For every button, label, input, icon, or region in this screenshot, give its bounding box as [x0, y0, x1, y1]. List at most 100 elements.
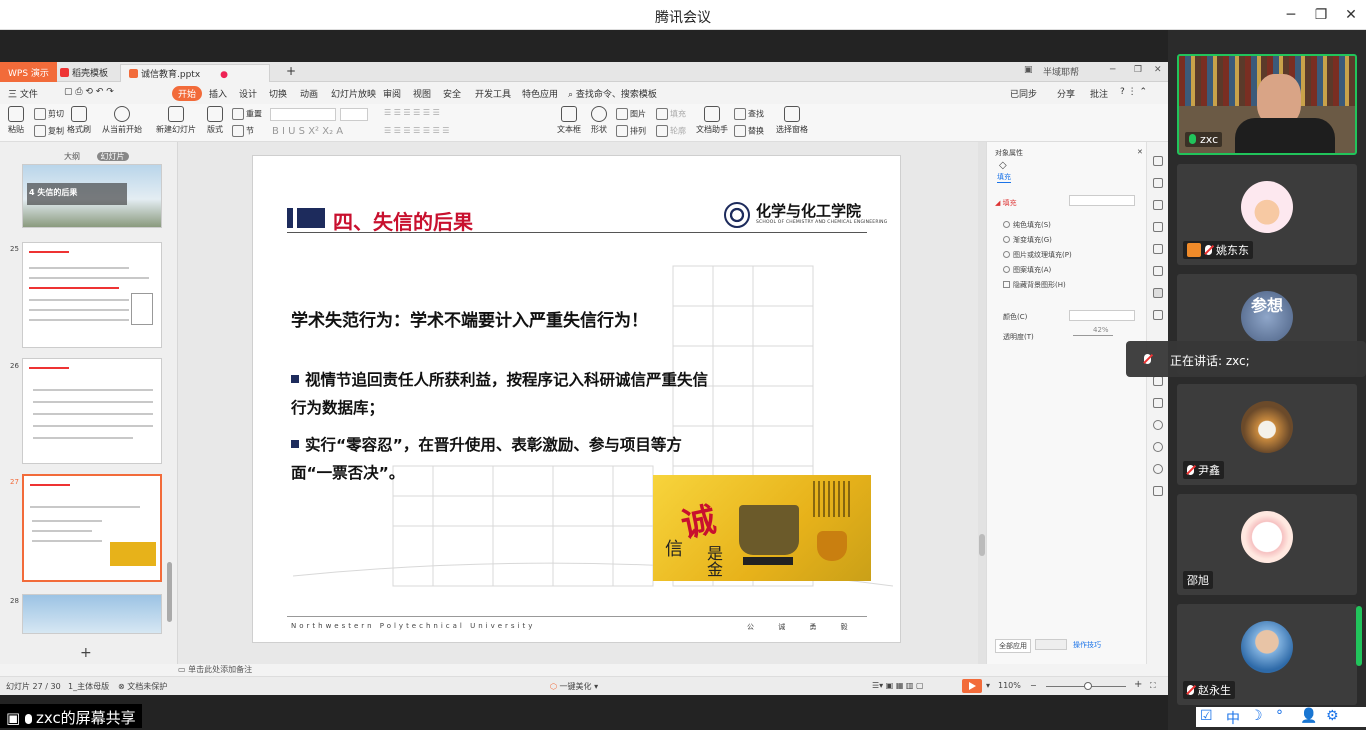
tray-dot-icon[interactable]: °: [1276, 708, 1283, 724]
shape-button[interactable]: 形状: [588, 106, 610, 135]
paste-button[interactable]: 粘贴: [6, 106, 26, 135]
tray-settings-icon[interactable]: ⚙: [1326, 708, 1339, 724]
new-slide-button[interactable]: 新建幻灯片: [156, 106, 196, 135]
search-command[interactable]: ⌕ 查找命令、搜索模板: [568, 87, 657, 100]
audio-tool-icon[interactable]: [1153, 398, 1163, 408]
chart-tool-icon[interactable]: [1153, 266, 1163, 276]
tab-outline[interactable]: 大纲: [60, 152, 84, 161]
find-button[interactable]: 查找: [734, 108, 764, 120]
tab-wps-home[interactable]: WPS 演示: [0, 62, 57, 82]
participants-scrollbar[interactable]: [1356, 606, 1362, 666]
selection-pane-button[interactable]: 选择窗格: [774, 106, 810, 135]
outline-button[interactable]: 轮廓: [656, 125, 686, 137]
minimize-icon[interactable]: ─: [1110, 65, 1115, 75]
notes-area[interactable]: ▭ 单击此处添加备注: [178, 664, 1146, 676]
menu-animation[interactable]: 动画: [300, 87, 318, 100]
eraser-tool-icon[interactable]: [1153, 486, 1163, 496]
participant-tile[interactable]: zxc: [1177, 54, 1357, 155]
shape-tool-icon[interactable]: [1153, 200, 1163, 210]
font-style-buttons[interactable]: B I U S X² X₂ A: [272, 126, 343, 137]
play-options-icon[interactable]: ▾: [986, 681, 990, 690]
hide-background-checkbox[interactable]: 隐藏背景图形(H): [1003, 280, 1066, 290]
menu-file[interactable]: 三 文件: [8, 87, 38, 100]
tab-slides[interactable]: 幻灯片: [96, 152, 129, 161]
layout-icon[interactable]: ▣: [1024, 65, 1033, 75]
fill-button[interactable]: 填充: [656, 108, 686, 120]
tab-document[interactable]: 诚信教育.pptx ●: [120, 64, 270, 82]
participant-tile[interactable]: 姚东东: [1177, 164, 1357, 265]
tab-close-icon[interactable]: ●: [220, 70, 228, 80]
tips-link[interactable]: 操作技巧: [1073, 640, 1101, 650]
radio-picture-fill[interactable]: 图片或纹理填充(P): [1003, 250, 1072, 260]
fill-section-header[interactable]: ◢ 填充: [995, 198, 1017, 208]
share-button[interactable]: 分享: [1057, 87, 1075, 100]
image-tool-icon[interactable]: [1153, 376, 1163, 386]
pin-icon[interactable]: [1153, 156, 1163, 166]
menu-transition[interactable]: 切换: [269, 87, 287, 100]
thumbnail-slide-27[interactable]: [22, 474, 162, 582]
reset-background-button[interactable]: [1035, 639, 1067, 650]
radio-solid-fill[interactable]: 纯色填充(S): [1003, 220, 1051, 230]
format-painter-button[interactable]: 格式刷: [66, 106, 92, 135]
copy-button[interactable]: 复制: [34, 125, 64, 137]
paragraph-buttons[interactable]: ☰ ☰ ☰ ☰ ☰ ☰: [384, 108, 440, 117]
tab-docer[interactable]: 稻壳模板: [52, 64, 116, 82]
restore-icon[interactable]: ❐: [1134, 65, 1142, 75]
view-buttons[interactable]: ☰▾ ▣ ▦ ▥ ▢: [872, 681, 924, 690]
canvas-scrollbar[interactable]: [978, 142, 986, 664]
arrange-button[interactable]: 排列: [616, 125, 646, 137]
reset-button[interactable]: 重置: [232, 108, 262, 120]
fill-dropdown[interactable]: [1069, 195, 1135, 206]
sync-status[interactable]: 已同步: [1010, 87, 1037, 100]
align-buttons[interactable]: ☰ ☰ ☰ ☰ ☰ ☰ ☰: [384, 126, 449, 135]
participant-tile[interactable]: 赵永生: [1177, 604, 1357, 705]
minimize-button[interactable]: ─: [1276, 4, 1306, 26]
font-family-select[interactable]: [270, 108, 336, 121]
effect-tool-icon[interactable]: [1153, 244, 1163, 254]
help-tool-icon[interactable]: [1153, 464, 1163, 474]
canvas-scrollbar-thumb[interactable]: [979, 534, 985, 556]
maximize-button[interactable]: ❐: [1306, 4, 1336, 26]
zoom-out-button[interactable]: −: [1030, 681, 1037, 690]
properties-tool-icon[interactable]: [1153, 288, 1163, 298]
play-slideshow-button[interactable]: [962, 679, 982, 693]
save-icon[interactable]: ▢ ⎙ ⟲ ↶ ↷: [64, 87, 114, 97]
menu-design[interactable]: 设计: [239, 87, 257, 100]
menu-start[interactable]: 开始: [172, 86, 203, 101]
zoom-level[interactable]: 110%: [998, 681, 1021, 690]
menu-devtools[interactable]: 开发工具: [475, 87, 511, 100]
tray-moon-icon[interactable]: ☽: [1250, 708, 1263, 724]
zoom-in-button[interactable]: +: [1134, 679, 1142, 690]
theme-name[interactable]: 1_主体母版: [68, 681, 109, 692]
animation-tool-icon[interactable]: [1153, 310, 1163, 320]
section-button[interactable]: 节: [232, 125, 254, 137]
menu-security[interactable]: 安全: [443, 87, 461, 100]
tray-ime-icon[interactable]: 中: [1226, 708, 1240, 728]
radio-gradient-fill[interactable]: 渐变填充(G): [1003, 235, 1052, 245]
thumbnail-slide-25[interactable]: [22, 242, 162, 348]
comment-button[interactable]: 批注: [1090, 87, 1108, 100]
thumbnail-slide-26[interactable]: [22, 358, 162, 464]
color-dropdown[interactable]: [1069, 310, 1135, 321]
radio-pattern-fill[interactable]: 图案填充(A): [1003, 265, 1051, 275]
record-tool-icon[interactable]: [1153, 420, 1163, 430]
fill-tool-icon[interactable]: [1153, 222, 1163, 232]
help-icon[interactable]: ? ⋮ ⌃: [1120, 87, 1147, 97]
textbox-button[interactable]: 文本框: [556, 106, 582, 135]
picture-button[interactable]: 图片: [616, 108, 646, 120]
menu-insert[interactable]: 插入: [209, 87, 227, 100]
fill-bucket-icon[interactable]: ◇: [999, 160, 1007, 171]
font-size-select[interactable]: [340, 108, 368, 121]
close-button[interactable]: ✕: [1336, 4, 1366, 26]
beautify-button[interactable]: ⬡ 一键美化 ▾: [550, 681, 598, 692]
props-tab-fill[interactable]: 填充: [997, 172, 1011, 183]
document-protection[interactable]: ⊗ 文档未保护: [118, 681, 167, 692]
fit-window-icon[interactable]: ⛶: [1150, 681, 1156, 691]
thumbnail-slide-28[interactable]: [22, 594, 162, 634]
menu-features[interactable]: 特色应用: [522, 87, 558, 100]
current-slide[interactable]: 四、失信的后果 化学与化工学院 SCHOOL OF CHEMISTRY AND …: [252, 155, 901, 643]
tray-user-icon[interactable]: 👤: [1300, 708, 1317, 724]
thumbnail-scrollbar[interactable]: [167, 562, 172, 622]
replace-button[interactable]: 替换: [734, 125, 764, 137]
participant-tile[interactable]: 尹鑫: [1177, 384, 1357, 485]
